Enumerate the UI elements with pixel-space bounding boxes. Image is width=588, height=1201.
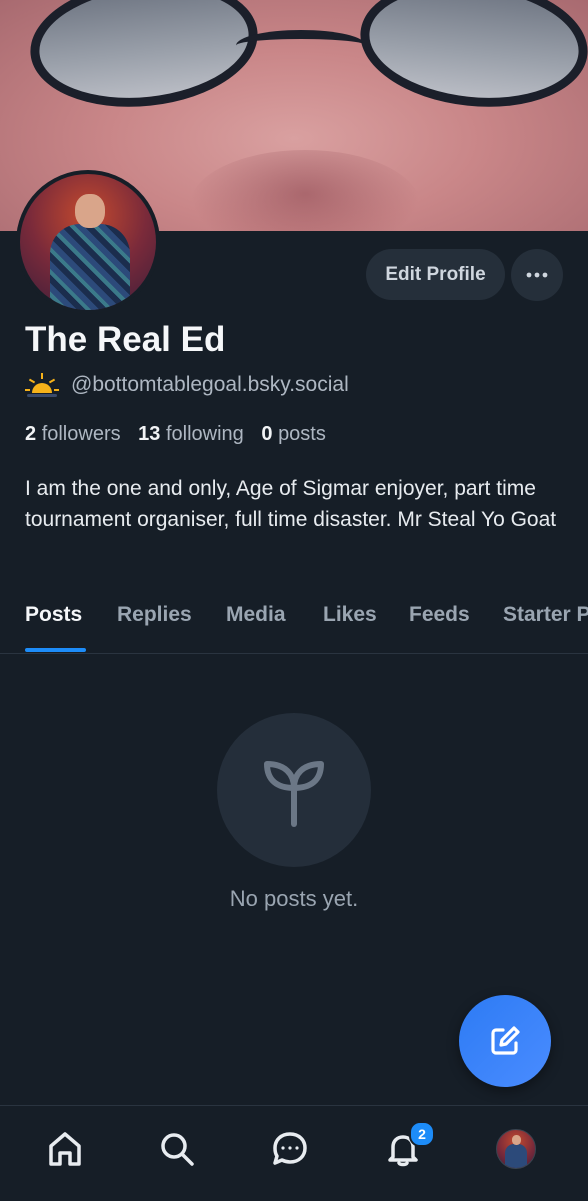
following-link[interactable]: 13 following [138,423,244,445]
active-tab-indicator [25,648,86,652]
profile-avatar[interactable] [16,170,160,314]
banner-glasses-left [24,0,264,118]
chat-icon [273,1132,307,1165]
followers-label: followers [41,423,121,445]
handle-row: @bottomtablegoal.bsky.social [25,371,349,399]
profile-bio: I am the one and only, Age of Sigmar enj… [25,477,557,531]
home-icon [49,1132,81,1166]
following-count: 13 [138,423,161,445]
more-options-button[interactable] [511,249,563,301]
notifications-badge: 2 [409,1121,435,1147]
following-label: following [165,423,244,445]
compose-post-button[interactable] [459,995,551,1087]
posts-label: posts [278,423,326,445]
followers-count: 2 [25,423,37,445]
profile-stats: 2 followers 13 following 0 posts [25,423,326,446]
bottom-navigation: 2 [0,1105,588,1201]
posts-stat: 0 posts [261,423,326,445]
tab-posts[interactable]: Posts [25,603,82,627]
nav-avatar-head [512,1135,521,1145]
nav-avatar-body [505,1144,527,1168]
more-horizontal-icon [526,272,548,278]
nav-profile[interactable] [491,1124,541,1174]
banner-shading [190,150,420,231]
empty-state-icon-circle [217,713,371,867]
sunrise-emoji-icon [25,373,59,397]
tab-starter-packs[interactable]: Starter Packs [503,603,588,627]
display-name: The Real Ed [25,320,226,359]
banner-glasses-bridge [236,30,366,61]
banner-glasses-right [354,0,588,118]
tab-media[interactable]: Media [226,603,286,627]
nav-chat[interactable] [265,1124,315,1174]
avatar-figure-body [50,224,130,310]
edit-profile-button[interactable]: Edit Profile [366,249,505,300]
empty-state-text: No posts yet. [229,886,359,911]
avatar-figure-head [75,194,105,228]
seedling-icon [264,761,324,827]
profile-handle: @bottomtablegoal.bsky.social [71,373,349,396]
followers-link[interactable]: 2 followers [25,423,121,445]
avatar-image [20,174,156,310]
posts-count: 0 [261,423,273,445]
avatar [496,1129,536,1169]
tab-feeds[interactable]: Feeds [409,603,470,627]
nav-notifications[interactable]: 2 [378,1121,435,1174]
search-icon [161,1133,194,1166]
nav-home[interactable] [40,1124,90,1174]
profile-tabs: Posts Replies Media Likes Feeds Starter … [0,595,588,654]
compose-icon [491,1026,520,1055]
nav-search[interactable] [152,1124,202,1174]
tab-likes[interactable]: Likes [323,603,377,627]
tab-replies[interactable]: Replies [117,603,192,627]
